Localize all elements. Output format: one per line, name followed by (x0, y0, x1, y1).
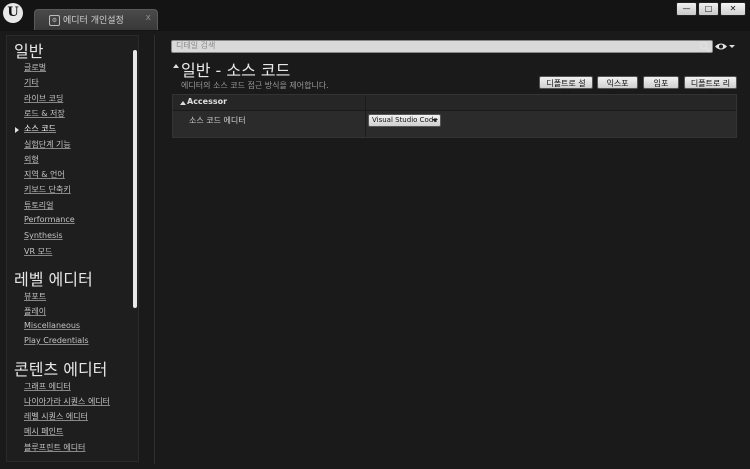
tab-label: 에디터 개인설정 (63, 16, 124, 26)
sidebar-item-misc[interactable]: 기타 (24, 77, 39, 88)
category-collapse-arrow-icon[interactable] (180, 101, 186, 105)
source-code-editor-dropdown[interactable]: Visual Studio Code (368, 114, 441, 127)
sidebar-item-region-language[interactable]: 지역 & 언어 (24, 169, 65, 180)
sidebar-item-level-sequence-editor[interactable]: 레벨 시퀀스 에디터 (24, 411, 88, 422)
sidebar-section-general: 일반 (14, 42, 44, 61)
minimize-button[interactable]: — (676, 2, 697, 16)
category-row-accessor[interactable]: Accessor (173, 95, 736, 111)
collapse-arrow-icon[interactable] (173, 64, 179, 68)
sidebar-item-play-credentials[interactable]: Play Credentials (24, 336, 89, 345)
page-description: 에디터의 소스 코드 접근 방식을 제어합니다. (181, 81, 329, 90)
settings-tab-icon: ⚙ (49, 15, 60, 26)
sidebar-section-level-editor: 레벨 에디터 (14, 270, 93, 289)
settings-sidebar[interactable]: 일반 글로벌 기타 라이브 코딩 로드 & 저장 소스 코드 실험단계 기능 외… (6, 35, 139, 462)
sidebar-item-miscellaneous[interactable]: Miscellaneous (24, 321, 80, 330)
view-options-chevron-down-icon[interactable] (729, 45, 735, 48)
sidebar-item-graph-editor[interactable]: 그래프 에디터 (24, 381, 71, 392)
maximize-button[interactable]: □ (698, 2, 719, 16)
sidebar-item-performance[interactable]: Performance (24, 215, 75, 224)
panel-splitter[interactable] (154, 35, 155, 464)
close-button[interactable]: ✕ (720, 2, 746, 16)
sidebar-item-live-coding[interactable]: 라이브 코딩 (24, 93, 63, 104)
dropdown-selected-value: Visual Studio Code (372, 116, 438, 124)
sidebar-item-mesh-paint[interactable]: 메시 페인트 (24, 426, 63, 437)
category-label: Accessor (187, 97, 228, 106)
tab-close-icon[interactable]: x (146, 13, 151, 23)
property-label-source-code-editor: 소스 코드 에디터 (189, 116, 246, 125)
page-title: 일반 - 소스 코드 (181, 61, 291, 80)
unreal-logo-icon: U (3, 3, 23, 23)
window-controls: — □ ✕ (675, 2, 746, 16)
eye-view-options-icon[interactable] (714, 42, 728, 51)
search-details-input[interactable]: 디테일 검색 (171, 40, 713, 53)
sidebar-item-tutorials[interactable]: 튜토리얼 (24, 200, 53, 211)
sidebar-scrollbar[interactable] (133, 50, 137, 308)
details-table: Accessor 소스 코드 에디터 Visual Studio Code (172, 94, 737, 138)
sidebar-item-niagara-sequence-editor[interactable]: 나이아가라 시퀀스 에디터 (24, 396, 110, 407)
set-as-default-button[interactable]: 디폴트로 설정 (539, 76, 593, 101)
search-icon[interactable] (699, 41, 710, 52)
column-divider[interactable] (365, 95, 366, 137)
reset-to-default-button[interactable]: 디폴트로 리셋 (684, 76, 737, 101)
sidebar-item-global[interactable]: 글로벌 (24, 62, 46, 73)
sidebar-item-viewports[interactable]: 뷰포트 (24, 291, 46, 302)
sidebar-item-appearance[interactable]: 외형 (24, 154, 39, 165)
sidebar-section-content-editor: 콘텐츠 에디터 (14, 360, 108, 379)
sidebar-item-keyboard-shortcuts[interactable]: 키보드 단축키 (24, 184, 71, 195)
sidebar-item-play[interactable]: 플레이 (24, 306, 46, 317)
sidebar-item-experimental[interactable]: 실험단계 기능 (24, 139, 71, 150)
sidebar-item-source-code[interactable]: 소스 코드 (24, 123, 56, 134)
title-bar: U ⚙ 에디터 개인설정 x — □ ✕ (0, 0, 750, 31)
export-button[interactable]: 익스포트... (597, 76, 638, 101)
sidebar-item-load-save[interactable]: 로드 & 저장 (24, 108, 65, 119)
sidebar-item-blueprint-editor[interactable]: 블루프린트 에디터 (24, 442, 85, 453)
dropdown-chevron-down-icon (432, 119, 438, 122)
sidebar-item-vr-mode[interactable]: VR 모드 (24, 246, 52, 257)
sidebar-item-synthesis[interactable]: Synthesis (24, 231, 63, 240)
active-item-arrow-icon (15, 127, 19, 133)
tab-editor-preferences[interactable]: ⚙ 에디터 개인설정 x (34, 9, 158, 30)
search-placeholder: 디테일 검색 (176, 41, 216, 50)
import-button[interactable]: 임포트... (643, 76, 679, 101)
